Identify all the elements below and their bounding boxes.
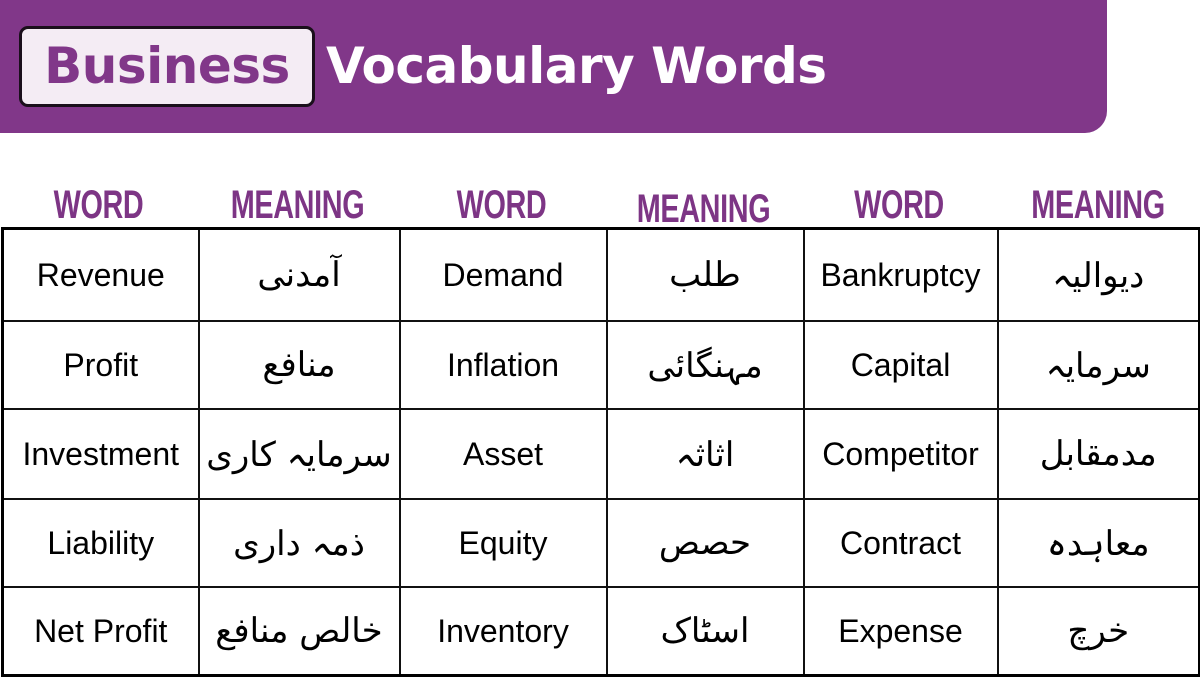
meaning-cell: منافع (197, 320, 401, 410)
word-cell: Inflation (398, 320, 608, 410)
word-cell: Liability (1, 498, 200, 588)
table-row: Investment سرمایہ کاری Asset اثاثہ Compe… (1, 408, 1200, 500)
meaning-cell: خرچ (996, 586, 1200, 677)
word-cell: Expense (802, 586, 999, 677)
word-cell: Asset (398, 408, 608, 500)
table-row: Net Profit خالص منافع Inventory اسٹاک Ex… (1, 586, 1200, 677)
meaning-cell: حصص (605, 498, 805, 588)
word-cell: Capital (802, 320, 999, 410)
title-text: Vocabulary Words (326, 37, 827, 95)
table-row: Liability ذمہ داری Equity حصص Contract م… (1, 498, 1200, 588)
title-highlight-word: Business (19, 26, 315, 107)
word-cell: Profit (1, 320, 200, 410)
word-cell: Contract (802, 498, 999, 588)
meaning-cell: طلب (605, 227, 805, 322)
meaning-cell: خالص منافع (197, 586, 401, 677)
word-cell: Investment (1, 408, 200, 500)
meaning-cell: معاہدہ (996, 498, 1200, 588)
word-cell: Equity (398, 498, 608, 588)
word-cell: Inventory (398, 586, 608, 677)
word-cell: Competitor (802, 408, 999, 500)
meaning-cell: آمدنی (197, 227, 401, 322)
meaning-cell: مہنگائی (605, 320, 805, 410)
word-cell: Demand (398, 227, 608, 322)
meaning-cell: اثاثہ (605, 408, 805, 500)
word-cell: Revenue (1, 227, 200, 322)
table-row: Profit منافع Inflation مہنگائی Capital س… (1, 320, 1200, 410)
column-header-meaning-3: MEANING (1031, 183, 1165, 227)
meaning-cell: ذمہ داری (197, 498, 401, 588)
meaning-cell: سرمایہ کاری (197, 408, 401, 500)
word-cell: Net Profit (1, 586, 200, 677)
table-row: Revenue آمدنی Demand طلب Bankruptcy دیوا… (1, 227, 1200, 322)
vocabulary-table: Revenue آمدنی Demand طلب Bankruptcy دیوا… (1, 227, 1200, 677)
column-header-word-3: WORD (854, 183, 944, 227)
meaning-cell: سرمایہ (996, 320, 1200, 410)
column-header-word-1: WORD (53, 183, 144, 227)
meaning-cell: دیوالیہ (996, 227, 1200, 322)
meaning-cell: مدمقابل (996, 408, 1200, 500)
title-banner: Business Vocabulary Words (0, 0, 1107, 133)
column-header-meaning-1: MEANING (230, 183, 365, 227)
column-header-word-2: WORD (456, 183, 547, 227)
word-cell: Bankruptcy (802, 227, 999, 322)
meaning-cell: اسٹاک (605, 586, 805, 677)
